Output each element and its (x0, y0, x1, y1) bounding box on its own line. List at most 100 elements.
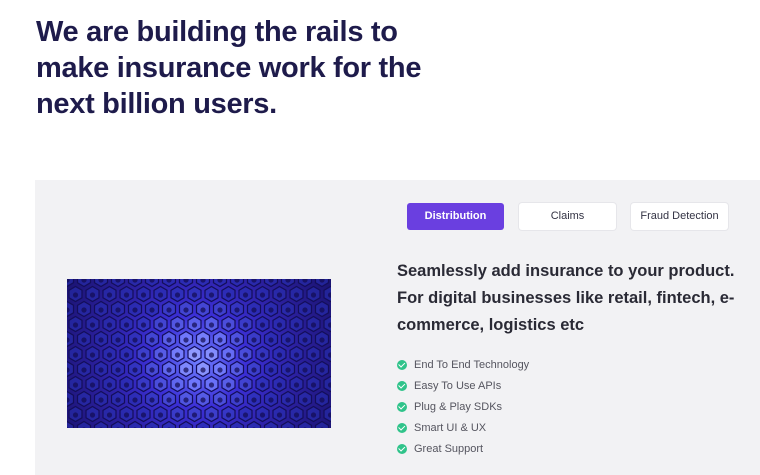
hexagon-center (200, 307, 206, 313)
hexagon-center (123, 412, 130, 418)
hexagon-center (234, 307, 240, 313)
hexagon-center (268, 397, 274, 403)
hexagon-center (242, 322, 249, 328)
hexagon-center (191, 382, 198, 388)
hexagon-center (225, 352, 232, 358)
hexagon-center (217, 397, 223, 403)
hexagon-center (174, 292, 181, 298)
hexagon-center (251, 397, 257, 403)
tab-claims[interactable]: Claims (519, 203, 616, 230)
hexagon-center (106, 322, 113, 328)
hexagon-center (191, 352, 198, 358)
product-tabs: Distribution Claims Fraud Detection (407, 203, 728, 230)
tab-distribution[interactable]: Distribution (407, 203, 504, 230)
hexagon-tile (178, 420, 194, 428)
check-circle-icon (397, 380, 407, 391)
hexagon-center (157, 382, 164, 388)
hexagon-center (166, 397, 172, 403)
hexagon-center (208, 292, 215, 298)
hexagon-center (140, 412, 147, 418)
hexagon-center (157, 292, 164, 298)
hexagon-center (72, 322, 79, 328)
hexagon-tile (212, 420, 228, 428)
hexagon-center (293, 352, 300, 358)
hexagon-center (183, 397, 189, 403)
hexagon-center (208, 382, 215, 388)
hexagon-center (276, 292, 283, 298)
hexagon-center (217, 367, 223, 373)
hexagon-center (140, 322, 147, 328)
hexagon-center (132, 337, 138, 343)
hexagon-center (123, 352, 130, 358)
hexagon-center (208, 322, 215, 328)
hexagon-center (123, 322, 130, 328)
hexagon-center (217, 307, 223, 313)
hexagon-center (208, 352, 215, 358)
hexagon-center (200, 337, 206, 343)
hexagon-center (251, 367, 257, 373)
page: We are building the rails to make insura… (0, 0, 760, 475)
hexagon-center (319, 307, 325, 313)
hexagon-center (89, 382, 96, 388)
hexagon-tile (314, 420, 330, 428)
hexagon-center (242, 412, 249, 418)
hexagon-center (149, 337, 155, 343)
hexagon-center (106, 352, 113, 358)
hexagon-center (89, 322, 96, 328)
product-panel: Distribution Claims Fraud Detection Seam… (35, 180, 760, 475)
hexagon-center (268, 307, 274, 313)
hexagon-center (191, 412, 198, 418)
tab-fraud-detection[interactable]: Fraud Detection (631, 203, 728, 230)
hexagon-center (115, 337, 121, 343)
hexagon-center (89, 292, 96, 298)
hexagon-center (132, 397, 138, 403)
hero-heading: We are building the rails to make insura… (36, 16, 422, 120)
hexagon-center (293, 322, 300, 328)
hexagon-tile (263, 420, 279, 428)
hexagon-center (225, 292, 232, 298)
hexagon-center (174, 412, 181, 418)
hexagon-center (140, 352, 147, 358)
hexagon-center (106, 292, 113, 298)
hexagon-center (174, 322, 181, 328)
hexagon-center (268, 367, 274, 373)
hexagon-center (285, 367, 291, 373)
hexagon-center (285, 337, 291, 343)
hexagon-center (293, 292, 300, 298)
hexagon-center (310, 322, 317, 328)
hexagon-center (106, 412, 113, 418)
hexagon-center (157, 322, 164, 328)
hexagon-center (251, 307, 257, 313)
hexagon-tile (67, 420, 75, 428)
hexagon-center (268, 337, 274, 343)
hexagon-center (225, 412, 232, 418)
hexagon-tile (161, 420, 177, 428)
hexagon-center (276, 322, 283, 328)
check-circle-icon (397, 401, 407, 412)
hexagon-center (276, 412, 283, 418)
hexagon-center (123, 382, 130, 388)
hexagon-tile (229, 420, 245, 428)
hexagon-center (183, 307, 189, 313)
hexagon-center (123, 292, 130, 298)
hexagon-center (276, 382, 283, 388)
hexagon-center (242, 382, 249, 388)
hexagon-tile (144, 420, 160, 428)
hexagon-center (115, 307, 121, 313)
hexagon-center (217, 337, 223, 343)
hexagon-center (234, 397, 240, 403)
feature-item-label: Easy To Use APIs (414, 379, 502, 392)
hexagon-tile (110, 420, 126, 428)
hexagon-center (140, 382, 147, 388)
hexagon-center (259, 352, 266, 358)
hexagon-center (81, 337, 87, 343)
hexagon-tile (280, 420, 296, 428)
hexagon-center (234, 367, 240, 373)
hexagon-tile (76, 420, 92, 428)
check-circle-icon (397, 359, 407, 370)
hexagon-center (72, 292, 79, 298)
feature-item-label: Plug & Play SDKs (414, 400, 503, 413)
hexagon-center (132, 307, 138, 313)
hexagon-center (132, 367, 138, 373)
hexagon-center (149, 307, 155, 313)
